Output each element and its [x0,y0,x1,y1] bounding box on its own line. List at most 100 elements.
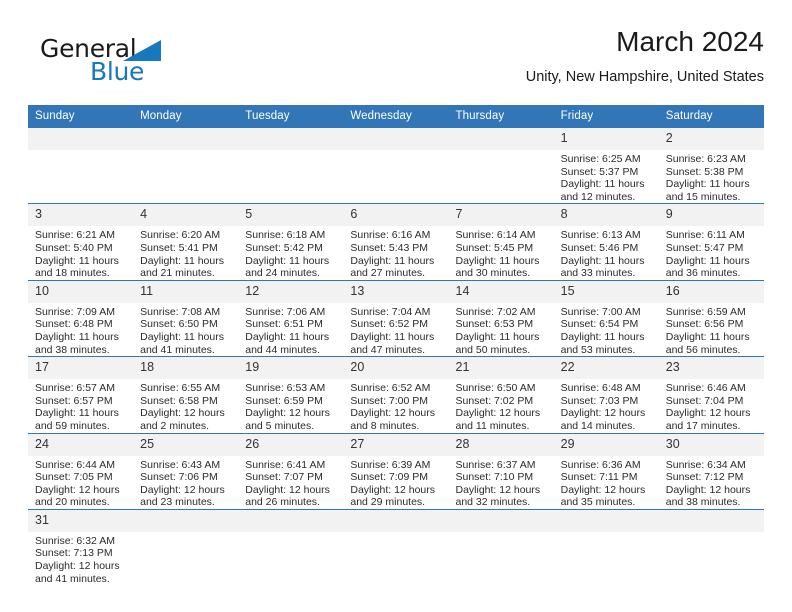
calendar-cell-day[interactable]: 15 Sunrise: 7:00 AM Sunset: 6:54 PM Dayligh… [553,279,659,357]
sunset-text: Sunset: 5:42 PM [245,241,323,254]
calendar-day-details: Sunrise: 6:23 AM Sunset: 5:38 PM Daylight:… [659,150,764,203]
calendar-cell-day[interactable]: 1 Sunrise: 6:25 AM Sunset: 5:37 PM Daylight… [553,128,659,204]
sunrise-text: Sunrise: 6:25 AM [560,153,641,165]
sunset-text: Sunset: 5:47 PM [665,241,744,254]
sunrise-text: Sunrise: 6:11 AM [665,229,745,242]
calendar-day-details: Sunrise: 7:06 AM Sunset: 6:51 PM Daylight:… [238,303,343,356]
calendar-cell-day[interactable]: 3 Sunrise: 6:21 AM Sunset: 5:40 PM Daylight… [28,203,134,281]
calendar-cell-day[interactable]: 23 Sunrise: 6:46 AM Sunset: 7:04 PM Dayligh… [658,356,764,433]
calendar-cell-day[interactable]: 2 Sunrise: 6:23 AM Sunset: 5:38 PM Daylight… [658,128,764,204]
calendar-day-details: Sunrise: 7:00 AM Sunset: 6:54 PM Daylight:… [554,303,659,356]
title-block: March 2024 Unity, New Hampshire, United … [526,24,764,88]
calendar-cell-day[interactable]: 26 Sunrise: 6:41 AM Sunset: 7:07 PM Dayligh… [238,432,344,510]
calendar-day-number [133,509,239,532]
calendar-cell-day[interactable]: 22 Sunrise: 6:48 AM Sunset: 7:03 PM Dayligh… [553,356,659,433]
daylight-text: Daylight: 12 hours and 29 minutes. [350,483,436,509]
sunrise-text: Sunrise: 6:48 AM [560,382,641,395]
calendar-cell-day[interactable]: 21 Sunrise: 6:50 AM Sunset: 7:02 PM Dayligh… [448,356,554,433]
calendar-cell-day[interactable]: 29 Sunrise: 6:36 AM Sunset: 7:11 PM Dayligh… [553,432,659,510]
sunrise-text: Sunrise: 7:02 AM [455,305,536,318]
daylight-text: Daylight: 11 hours and 47 minutes. [350,330,435,356]
calendar-week-row: 10 Sunrise: 7:09 AM Sunset: 6:48 PM Dayligh… [28,279,764,357]
calendar-cell-day[interactable]: 27 Sunrise: 6:39 AM Sunset: 7:09 PM Dayligh… [343,432,449,510]
calendar-cell-day[interactable]: 28 Sunrise: 6:37 AM Sunset: 7:10 PM Dayligh… [448,432,554,510]
sunset-text: Sunset: 5:46 PM [560,241,639,254]
calendar-cell-day[interactable]: 12 Sunrise: 7:06 AM Sunset: 6:51 PM Dayligh… [238,279,344,357]
calendar-day-number: 31 [28,509,134,532]
calendar-day-number: 21 [448,357,554,380]
daylight-text: Daylight: 11 hours and 38 minutes. [35,330,119,356]
calendar-day-details: Sunrise: 7:02 AM Sunset: 6:53 PM Daylight:… [449,303,554,356]
calendar-cell-empty [238,128,344,204]
calendar-cell-day[interactable]: 9 Sunrise: 6:11 AM Sunset: 5:47 PM Daylight… [658,203,764,281]
daylight-text: Daylight: 11 hours and 44 minutes. [245,330,330,356]
sunset-text: Sunset: 5:40 PM [35,241,113,254]
sunrise-text: Sunrise: 6:20 AM [140,229,221,242]
calendar-day-details: Sunrise: 6:46 AM Sunset: 7:04 PM Daylight:… [659,379,764,432]
calendar-cell-day[interactable]: 6 Sunrise: 6:16 AM Sunset: 5:43 PM Daylight… [343,203,449,281]
calendar-cell-day[interactable]: 8 Sunrise: 6:13 AM Sunset: 5:46 PM Daylight… [553,203,659,281]
sunset-text: Sunset: 7:04 PM [665,394,744,407]
calendar-day-details: Sunrise: 6:32 AM Sunset: 7:13 PM Daylight:… [28,532,133,585]
sunset-text: Sunset: 5:37 PM [560,165,639,178]
sunrise-text: Sunrise: 7:04 AM [350,305,431,318]
calendar-cell-empty [343,508,449,586]
sunset-text: Sunset: 5:43 PM [350,241,429,254]
page-subtitle: Unity, New Hampshire, United States [525,69,764,85]
calendar-cell-day[interactable]: 30 Sunrise: 6:34 AM Sunset: 7:12 PM Dayligh… [658,432,764,510]
daylight-text: Daylight: 12 hours and 23 minutes. [140,483,225,509]
calendar-week-row: 24 Sunrise: 6:44 AM Sunset: 7:05 PM Dayligh… [28,432,764,510]
calendar-cell-day[interactable]: 17 Sunrise: 6:57 AM Sunset: 6:57 PM Dayligh… [28,356,134,433]
daylight-text: Daylight: 12 hours and 41 minutes. [35,560,120,585]
calendar-day-details: Sunrise: 6:25 AM Sunset: 5:37 PM Daylight:… [554,150,659,203]
calendar-cell-day[interactable]: 25 Sunrise: 6:43 AM Sunset: 7:06 PM Dayligh… [133,432,239,510]
sunset-text: Sunset: 7:06 PM [140,471,218,484]
calendar-cell-day[interactable]: 10 Sunrise: 7:09 AM Sunset: 6:48 PM Dayligh… [28,279,134,357]
calendar-cell-empty [28,128,134,204]
calendar-day-details: Sunrise: 6:53 AM Sunset: 6:59 PM Daylight:… [238,379,343,432]
sunset-text: Sunset: 5:41 PM [140,241,218,254]
calendar-cell-day[interactable]: 24 Sunrise: 6:44 AM Sunset: 7:05 PM Dayligh… [28,432,134,510]
sunrise-text: Sunrise: 6:13 AM [560,229,641,242]
calendar-day-number: 25 [133,433,239,456]
daylight-text: Daylight: 12 hours and 2 minutes. [140,407,225,432]
calendar-day-number: 9 [658,204,764,227]
weekday-header-sunday: Sunday [28,105,134,128]
daylight-text: Daylight: 11 hours and 27 minutes. [350,254,435,280]
calendar-cell-day[interactable]: 4 Sunrise: 6:20 AM Sunset: 5:41 PM Daylight… [133,203,239,281]
calendar-cell-day[interactable]: 31 Sunrise: 6:32 AM Sunset: 7:13 PM Dayligh… [28,508,134,586]
calendar-day-number [133,128,239,150]
calendar-cell-day[interactable]: 13 Sunrise: 7:04 AM Sunset: 6:52 PM Dayligh… [343,279,449,357]
calendar-cell-day[interactable]: 14 Sunrise: 7:02 AM Sunset: 6:53 PM Dayligh… [448,279,554,357]
sunset-text: Sunset: 6:50 PM [140,318,218,331]
sunrise-text: Sunrise: 6:53 AM [245,382,326,395]
sunrise-text: Sunrise: 6:18 AM [245,229,326,242]
calendar-cell-day[interactable]: 18 Sunrise: 6:55 AM Sunset: 6:58 PM Dayligh… [133,356,239,433]
sunset-text: Sunset: 7:00 PM [350,394,429,407]
calendar-cell-day[interactable]: 16 Sunrise: 6:59 AM Sunset: 6:56 PM Dayligh… [658,279,764,357]
calendar-day-number: 3 [28,204,134,227]
calendar-cell-day[interactable]: 19 Sunrise: 6:53 AM Sunset: 6:59 PM Dayligh… [238,356,344,433]
weekday-header-tuesday: Tuesday [238,105,344,128]
sunrise-text: Sunrise: 6:59 AM [665,305,746,318]
sunrise-text: Sunrise: 6:34 AM [665,458,746,471]
calendar-day-details: Sunrise: 6:21 AM Sunset: 5:40 PM Daylight:… [28,226,133,279]
calendar-day-number: 29 [553,433,659,456]
sunset-text: Sunset: 6:56 PM [665,318,744,331]
calendar-body: 1 Sunrise: 6:25 AM Sunset: 5:37 PM Daylight… [28,128,764,586]
daylight-text: Daylight: 11 hours and 50 minutes. [455,330,540,356]
calendar-day-number [238,128,344,150]
sunrise-text: Sunrise: 6:16 AM [350,229,431,242]
sunset-text: Sunset: 7:05 PM [35,471,113,484]
calendar-cell-day[interactable]: 7 Sunrise: 6:14 AM Sunset: 5:45 PM Daylight… [448,203,554,281]
sunset-text: Sunset: 5:45 PM [455,241,534,254]
calendar-cell-day[interactable]: 5 Sunrise: 6:18 AM Sunset: 5:42 PM Daylight… [238,203,344,281]
sunset-text: Sunset: 6:51 PM [245,318,323,331]
calendar-cell-day[interactable]: 20 Sunrise: 6:52 AM Sunset: 7:00 PM Dayligh… [343,356,449,433]
calendar-cell-day[interactable]: 11 Sunrise: 7:08 AM Sunset: 6:50 PM Dayligh… [133,279,239,357]
calendar-week-row: 31 Sunrise: 6:32 AM Sunset: 7:13 PM Dayligh… [28,508,764,586]
calendar-day-number: 19 [238,357,344,380]
brand-logo[interactable]: General Blue [40,34,240,94]
daylight-text: Daylight: 12 hours and 5 minutes. [245,407,330,432]
sunset-text: Sunset: 6:52 PM [350,318,429,331]
